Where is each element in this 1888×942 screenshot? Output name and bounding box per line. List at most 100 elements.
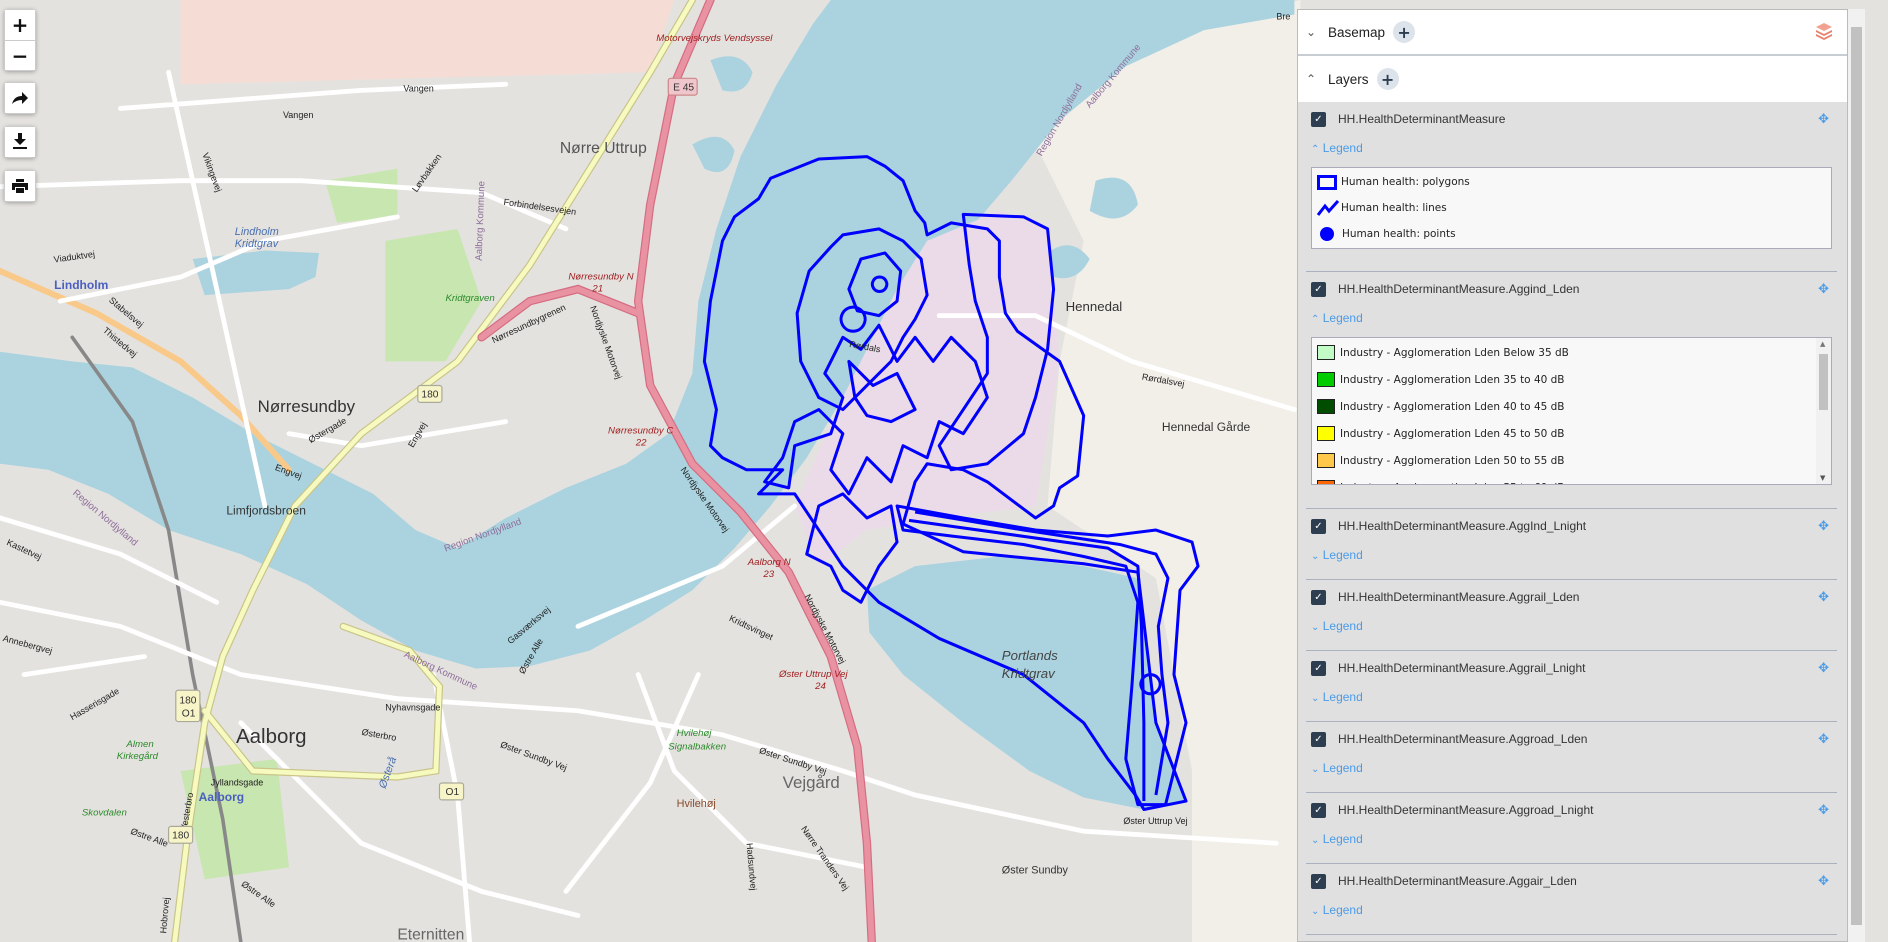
legend-box: Human health: polygons Human health: line… [1311,167,1832,249]
legend-item-label: Human health: lines [1341,202,1447,214]
move-layer-icon[interactable]: ✥ [1818,801,1829,819]
legend-toggle[interactable]: ⌄ Legend [1311,758,1837,778]
layers-stack-icon[interactable] [1815,22,1833,43]
move-layer-icon[interactable]: ✥ [1818,110,1829,128]
water-label: Lindholm [235,226,279,238]
legend-item-label: Industry - Agglomeration Lden 50 to 55 d… [1340,454,1565,467]
legend-item: Human health: polygons [1317,169,1831,195]
layer-title: HH.HealthDeterminantMeasure.AggInd_Lnigh… [1338,519,1587,533]
legend-item-label: Industry - Agglomeration Lden 40 to 45 d… [1340,400,1565,413]
move-layer-icon[interactable]: ✥ [1818,730,1829,748]
move-layer-icon[interactable]: ✥ [1818,517,1829,535]
layer-visibility-checkbox[interactable]: ✓ [1311,589,1326,605]
line-symbol-icon [1317,200,1339,216]
layer-visibility-checkbox[interactable]: ✓ [1311,873,1326,889]
layer-item: ✓ HH.HealthDeterminantMeasure.Aggroad_Ln… [1306,793,1837,864]
basemap-header[interactable]: ⌄ Basemap + [1298,10,1847,56]
water-label: Kridtgrav [235,238,279,250]
legend-toggle[interactable]: ⌃ Legend [1311,308,1837,328]
park-label: Hvilehøj [677,728,713,739]
chevron-down-icon[interactable]: ⌄ [1306,25,1328,39]
shield-180: 180 [179,695,196,706]
legend-item: Industry - Agglomeration Lden 55 to 60 d… [1317,474,1831,485]
panel-scrollbar[interactable] [1848,9,1865,942]
legend-item-label: Industry - Agglomeration Lden 35 to 40 d… [1340,373,1565,386]
legend-toggle[interactable]: ⌄ Legend [1311,616,1837,636]
layer-item: ✓ HH.HealthDeterminantMeasure.Aggind_Lde… [1306,272,1837,509]
add-layer-button[interactable]: + [1376,68,1399,90]
legend-toggle[interactable]: ⌃ Legend [1311,138,1837,158]
layer-title: HH.HealthDeterminantMeasure.Aggind_Lden [1338,282,1580,296]
place-label: Nørre Uttrup [560,140,647,157]
layer-visibility-checkbox[interactable]: ✓ [1311,802,1326,818]
junction-label: Aalborg N [747,557,791,568]
share-control [4,82,36,114]
legend-item-label: Human health: points [1342,228,1456,240]
junction-label: Øster Uttrup Vej [778,669,848,680]
legend-scrollbar[interactable]: ▲ ▼ [1816,338,1831,484]
layer-title: HH.HealthDeterminantMeasure.Aggroad_Lden [1338,732,1588,746]
station-label: Lindholm [54,278,108,292]
road-label: Jyllandsgade [211,777,264,787]
polygon-symbol-icon [1317,174,1337,190]
layer-visibility-checkbox[interactable]: ✓ [1311,731,1326,747]
junction-label: 21 [591,284,603,295]
chevron-up-icon: ⌃ [1311,144,1320,155]
legend-swatch [1317,372,1335,387]
layer-visibility-checkbox[interactable]: ✓ [1311,281,1326,297]
layer-item: ✓ HH.HealthDeterminantMeasure.Aggair_Lde… [1306,864,1837,935]
download-icon[interactable] [5,127,35,157]
junction-label: Nørresundby C [608,426,673,437]
legend-toggle[interactable]: ⌄ Legend [1311,900,1837,920]
zoom-in-button[interactable]: + [5,10,35,40]
legend-toggle[interactable]: ⌄ Legend [1311,687,1837,707]
chevron-down-icon: ⌄ [1311,764,1320,775]
place-label: Hennedal [1066,299,1123,314]
legend-item: Human health: lines [1317,195,1831,221]
place-label: Hvilehøj [677,798,716,810]
layer-visibility-checkbox[interactable]: ✓ [1311,660,1326,676]
legend-toggle[interactable]: ⌄ Legend [1311,545,1837,565]
legend-label: Legend [1322,141,1363,155]
move-layer-icon[interactable]: ✥ [1818,280,1829,298]
place-label: Nørresundby [258,397,356,416]
move-layer-icon[interactable]: ✥ [1818,872,1829,890]
place-label: Hennedal Gårde [1162,420,1251,434]
layer-visibility-checkbox[interactable]: ✓ [1311,518,1326,534]
chevron-down-icon: ⌄ [1311,622,1320,633]
park-label: Almen [125,739,153,750]
move-layer-icon[interactable]: ✥ [1818,588,1829,606]
junction-label: 22 [635,438,647,449]
add-basemap-button[interactable]: + [1393,21,1416,43]
junction-label: Nørresundby N [568,271,633,282]
legend-label: Legend [1322,690,1363,704]
legend-item: Industry - Agglomeration Lden 35 to 40 d… [1317,366,1831,393]
legend-item: Industry - Agglomeration Lden 40 to 45 d… [1317,393,1831,420]
chevron-up-icon[interactable]: ⌃ [1306,72,1328,86]
point-symbol-icon [1320,227,1334,241]
shield-o1: O1 [182,709,196,720]
legend-item-label: Industry - Agglomeration Lden 55 to 60 d… [1340,482,1565,485]
redo-arrow-icon[interactable] [5,83,35,113]
basemap-label: Basemap [1328,24,1386,40]
chevron-up-icon: ⌃ [1311,314,1320,325]
legend-item-label: Industry - Agglomeration Lden 45 to 50 d… [1340,427,1565,440]
place-label: Vejgård [783,773,840,792]
chevron-down-icon: ⌄ [1311,906,1320,917]
legend-item-label: Human health: polygons [1341,176,1470,188]
zoom-out-button[interactable]: − [5,40,35,70]
park-label: Kirkegård [117,751,159,762]
scrollbar-thumb[interactable] [1851,27,1862,925]
layer-visibility-checkbox[interactable]: ✓ [1311,111,1326,127]
layers-header[interactable]: ⌃ Layers + [1298,56,1847,102]
print-icon[interactable] [5,171,35,201]
legend-box: Industry - Agglomeration Lden Below 35 d… [1311,337,1832,485]
legend-toggle[interactable]: ⌄ Legend [1311,829,1837,849]
chevron-down-icon: ⌄ [1311,551,1320,562]
move-layer-icon[interactable]: ✥ [1818,659,1829,677]
water-label: Kridtgrav [1002,666,1056,681]
legend-item-label: Industry - Agglomeration Lden Below 35 d… [1340,346,1569,359]
layer-title: HH.HealthDeterminantMeasure.Aggrail_Lden [1338,590,1580,604]
place-label: Øster Sundby [1002,864,1069,876]
chevron-down-icon: ⌄ [1311,835,1320,846]
